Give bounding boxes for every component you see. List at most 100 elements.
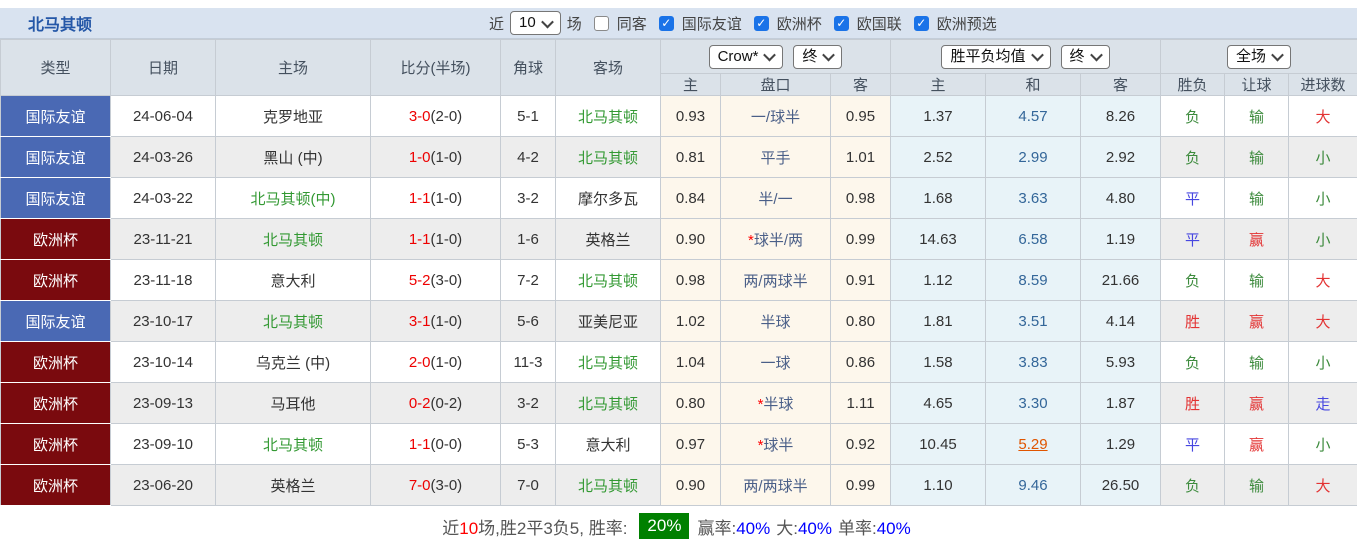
odds-away-cell: 1.29	[1081, 424, 1161, 465]
goals-result-cell: 大	[1289, 96, 1357, 137]
home-team-cell: 北马其顿	[216, 301, 371, 342]
odds-away-cell: 4.80	[1081, 178, 1161, 219]
odds-home-cell: 1.81	[891, 301, 986, 342]
odds-draw-cell: 3.63	[986, 178, 1081, 219]
ah-home-odds: 0.84	[676, 190, 705, 207]
corner-cell: 7-2	[501, 260, 556, 301]
ah-result-cell: 赢	[1225, 301, 1289, 342]
asian-handicap-group-header: Crow* 终	[661, 40, 891, 74]
away-team-cell: 北马其顿	[556, 96, 661, 137]
handicap-result: 赢	[1249, 314, 1264, 331]
fulltime-score: 3-1	[409, 313, 431, 330]
filter-friendly-checkbox[interactable]: ✓	[659, 16, 674, 31]
win-loss-result: 平	[1185, 232, 1200, 249]
home-team-name: 北马其顿	[263, 232, 323, 249]
handicap-cell: 两/两球半	[721, 465, 831, 506]
subheader-result: 胜负	[1161, 74, 1225, 96]
odds-draw-cell[interactable]: 5.29	[986, 424, 1081, 465]
ah-home-odds: 1.02	[676, 313, 705, 330]
corner-score: 7-2	[517, 272, 539, 289]
subheader-handicap-result: 让球	[1225, 74, 1289, 96]
subheader-odds-home: 主	[891, 74, 986, 96]
odds-draw-cell: 3.51	[986, 301, 1081, 342]
fulltime-score: 1-0	[409, 149, 431, 166]
handicap-result: 输	[1249, 355, 1264, 372]
away-team-cell: 摩尔多瓦	[556, 178, 661, 219]
ah-home-odds: 0.90	[676, 231, 705, 248]
near-label: 近	[489, 13, 504, 34]
goals-result-cell: 大	[1289, 260, 1357, 301]
win-loss-result: 胜	[1185, 314, 1200, 331]
corner-cell: 4-2	[501, 137, 556, 178]
away-win-odds: 4.80	[1106, 190, 1135, 207]
odds-final-select[interactable]: 终	[1061, 45, 1110, 69]
odds-away-cell: 26.50	[1081, 465, 1161, 506]
away-team-name: 亚美尼亚	[578, 314, 638, 331]
ah-home-odds-cell: 0.98	[661, 260, 721, 301]
same-away-checkbox[interactable]	[594, 16, 609, 31]
draw-odds: 9.46	[1018, 477, 1047, 494]
home-win-odds: 1.37	[923, 108, 952, 125]
fulltime-select-value: 全场	[1236, 47, 1266, 67]
table-row: 欧洲杯23-09-10北马其顿1-1(0-0)5-3意大利0.97*球半0.92…	[1, 424, 1357, 465]
ah-home-odds: 0.98	[676, 272, 705, 289]
away-win-odds: 1.19	[1106, 231, 1135, 248]
away-team-name: 北马其顿	[578, 478, 638, 495]
odds-source-select[interactable]: 胜平负均值	[941, 45, 1050, 69]
match-type-label: 国际友谊	[25, 191, 85, 208]
col-header-date: 日期	[111, 40, 216, 96]
score-cell: 3-1(1-0)	[371, 301, 501, 342]
subheader-ah-away: 客	[831, 74, 891, 96]
match-type-label: 欧洲杯	[33, 232, 78, 249]
odds-home-cell: 1.68	[891, 178, 986, 219]
odds-home-cell: 2.52	[891, 137, 986, 178]
draw-odds[interactable]: 5.29	[1018, 436, 1047, 453]
ah-away-odds-cell: 0.80	[831, 301, 891, 342]
away-team-cell: 北马其顿	[556, 137, 661, 178]
chevron-down-icon	[764, 49, 777, 62]
goals-result-cell: 小	[1289, 137, 1357, 178]
fulltime-select[interactable]: 全场	[1227, 45, 1291, 69]
match-date-cell: 24-06-04	[111, 96, 216, 137]
ah-result-cell: 输	[1225, 178, 1289, 219]
score-cell: 1-1(0-0)	[371, 424, 501, 465]
ah-result-cell: 输	[1225, 465, 1289, 506]
chevron-down-icon	[823, 49, 836, 62]
near-count-value: 10	[519, 13, 536, 33]
near-count-select[interactable]: 10	[510, 11, 561, 35]
away-win-odds: 8.26	[1106, 108, 1135, 125]
filter-euro-qualifier-checkbox[interactable]: ✓	[914, 16, 929, 31]
away-win-odds: 2.92	[1106, 149, 1135, 166]
odds-draw-cell: 3.30	[986, 383, 1081, 424]
filter-eurocup-checkbox[interactable]: ✓	[754, 16, 769, 31]
handicap-cell: *球半/两	[721, 219, 831, 260]
filter-nations-league-checkbox[interactable]: ✓	[834, 16, 849, 31]
ah-away-odds-cell: 0.99	[831, 465, 891, 506]
match-type-label: 欧洲杯	[33, 273, 78, 290]
ah-away-odds: 1.11	[846, 395, 874, 412]
away-team-cell: 北马其顿	[556, 342, 661, 383]
corner-score: 11-3	[514, 354, 543, 371]
ah-final-select[interactable]: 终	[793, 45, 842, 69]
bookmaker-select[interactable]: Crow*	[709, 45, 784, 69]
filter-euro-qualifier-label: 欧洲预选	[937, 13, 997, 34]
home-team-name: 马耳他	[270, 396, 315, 413]
table-row: 欧洲杯23-09-13马耳他0-2(0-2)3-2北马其顿0.80*半球1.11…	[1, 383, 1357, 424]
handicap-cell: *半球	[721, 383, 831, 424]
ah-home-odds-cell: 0.97	[661, 424, 721, 465]
ah-home-odds: 0.97	[676, 436, 705, 453]
halftime-score: (3-0)	[431, 477, 463, 494]
ah-home-odds-cell: 0.93	[661, 96, 721, 137]
away-win-odds: 1.29	[1106, 436, 1135, 453]
handicap-result: 输	[1249, 478, 1264, 495]
away-win-odds: 26.50	[1102, 477, 1140, 494]
odds-draw-cell: 4.57	[986, 96, 1081, 137]
ah-home-odds-cell: 0.81	[661, 137, 721, 178]
filter-friendly-label: 国际友谊	[682, 13, 742, 34]
title-bar: 北马其顿 近 10 场 同客 ✓ 国际友谊 ✓ 欧洲杯 ✓ 欧国联 ✓ 欧洲预选	[0, 8, 1357, 39]
summary-footer: 近10场,胜2平3负5, 胜率: 20% 赢率:40% 大:40% 单率:40%	[0, 506, 1357, 546]
handicap-line: 两/两球半	[743, 478, 807, 495]
away-win-odds: 21.66	[1102, 272, 1140, 289]
match-date: 23-11-18	[134, 272, 193, 289]
match-history-panel: 北马其顿 近 10 场 同客 ✓ 国际友谊 ✓ 欧洲杯 ✓ 欧国联 ✓ 欧洲预选	[0, 0, 1357, 547]
